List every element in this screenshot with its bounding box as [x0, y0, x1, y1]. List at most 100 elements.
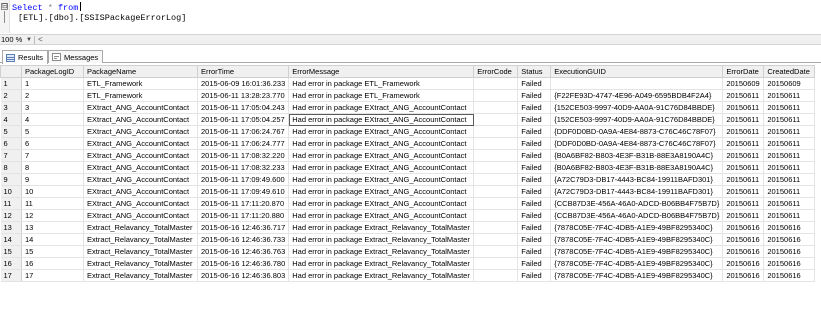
table-row[interactable]: 5 5 EXtract_ANG_AccountContact 2015-06-11 1…	[0, 125, 816, 138]
table-row[interactable]: 1 1 ETL_Framework 2015-06-09 16:01:36.233 Ha…	[0, 77, 816, 90]
cell-errormessage[interactable]: Had error in package Extract_Relavancy_T…	[288, 245, 475, 258]
results-grid[interactable]: PackageLogID PackageName ErrorTime Error…	[0, 65, 821, 282]
cell-errorcode[interactable]	[473, 101, 519, 114]
column-header[interactable]: PackageLogID	[21, 65, 84, 78]
cell-errorcode[interactable]	[473, 173, 519, 186]
column-header[interactable]: ExecutionGUID	[550, 65, 724, 78]
cell-packagelogid[interactable]: 7	[21, 149, 84, 162]
cell-errordate[interactable]: 20150611	[722, 197, 765, 210]
row-number[interactable]: 14	[0, 233, 22, 246]
cell-errormessage[interactable]: Had error in package Extract_Relavancy_T…	[288, 257, 475, 270]
cell-createddate[interactable]: 20150611	[763, 101, 816, 114]
cell-errordate[interactable]: 20150611	[722, 137, 765, 150]
cell-errortime[interactable]: 2015-06-16 12:46:36.780	[197, 257, 290, 270]
cell-executionguid[interactable]: {B0A6BF82-B803-4E3F-B31B-88E3A8190A4C}	[550, 149, 724, 162]
cell-packagelogid[interactable]: 16	[21, 257, 84, 270]
cell-packagelogid[interactable]: 2	[21, 89, 84, 102]
cell-createddate[interactable]: 20150611	[763, 173, 816, 186]
row-number[interactable]: 4	[0, 113, 22, 126]
row-number[interactable]: 13	[0, 221, 22, 234]
cell-status[interactable]: Failed	[517, 185, 552, 198]
cell-packagename[interactable]: Extract_Relavancy_TotalMaster	[83, 245, 198, 258]
row-number[interactable]: 1	[0, 77, 22, 90]
cell-errortime[interactable]: 2015-06-11 17:06:24.777	[197, 137, 290, 150]
row-number[interactable]: 5	[0, 125, 22, 138]
cell-errordate[interactable]: 20150616	[722, 233, 765, 246]
scroll-left-icon[interactable]: <	[38, 35, 43, 45]
cell-errortime[interactable]: 2015-06-16 12:46:36.803	[197, 269, 290, 282]
cell-packagelogid[interactable]: 4	[21, 113, 84, 126]
cell-status[interactable]: Failed	[517, 233, 552, 246]
cell-packagename[interactable]: EXtract_ANG_AccountContact	[83, 113, 198, 126]
cell-status[interactable]: Failed	[517, 269, 552, 282]
column-header[interactable]: ErrorTime	[196, 65, 290, 78]
cell-errortime[interactable]: 2015-06-11 17:06:24.767	[197, 125, 290, 138]
cell-errortime[interactable]: 2015-06-11 17:11:20.870	[197, 197, 290, 210]
cell-executionguid[interactable]: {A72C79D3-DB17-4443-BC84-19911BAFD301}	[550, 173, 724, 186]
table-row[interactable]: 14 14 Extract_Relavancy_TotalMaster 2015-06…	[0, 233, 816, 246]
cell-errortime[interactable]: 2015-06-11 17:09:49.600	[197, 173, 290, 186]
cell-executionguid[interactable]: {DDF0D0BD-0A9A-4E84-8873-C76C46C78F07}	[550, 137, 724, 150]
cell-executionguid[interactable]: {7878C05E-7F4C-4DB5-A1E9-49BF8295340C}	[550, 245, 724, 258]
cell-errormessage[interactable]: Had error in package ETL_Framework	[288, 77, 475, 90]
table-row[interactable]: 11 11 EXtract_ANG_AccountContact 2015-06-11…	[0, 197, 816, 210]
cell-packagename[interactable]: EXtract_ANG_AccountContact	[83, 149, 198, 162]
cell-errorcode[interactable]	[473, 245, 519, 258]
cell-errormessage[interactable]: Had error in package EXtract_ANG_Account…	[288, 113, 475, 126]
row-number[interactable]: 15	[0, 245, 22, 258]
cell-errordate[interactable]: 20150611	[722, 125, 765, 138]
cell-errormessage[interactable]: Had error in package Extract_Relavancy_T…	[288, 233, 475, 246]
cell-packagelogid[interactable]: 9	[21, 173, 84, 186]
table-row[interactable]: 16 16 Extract_Relavancy_TotalMaster 2015-06…	[0, 257, 816, 270]
cell-errortime[interactable]: 2015-06-09 16:01:36.233	[197, 77, 290, 90]
cell-createddate[interactable]: 20150611	[763, 161, 816, 174]
corner-cell[interactable]	[0, 65, 22, 78]
cell-packagename[interactable]: ETL_Framework	[83, 89, 198, 102]
cell-status[interactable]: Failed	[517, 209, 552, 222]
cell-errordate[interactable]: 20150611	[722, 161, 765, 174]
cell-packagelogid[interactable]: 17	[21, 269, 84, 282]
cell-executionguid[interactable]: {7878C05E-7F4C-4DB5-A1E9-49BF8295340C}	[550, 257, 724, 270]
cell-executionguid[interactable]: {CCB87D3E-456A-46A0-ADCD-B06BB4F75B7D}	[550, 209, 724, 222]
row-number[interactable]: 17	[0, 269, 22, 282]
cell-packagelogid[interactable]: 14	[21, 233, 84, 246]
cell-executionguid[interactable]: {152CE503-9997-40D9-AA0A-91C76D84BBDE}	[550, 101, 724, 114]
cell-executionguid[interactable]: {7878C05E-7F4C-4DB5-A1E9-49BF8295340C}	[550, 221, 724, 234]
row-number[interactable]: 3	[0, 101, 22, 114]
cell-errordate[interactable]: 20150611	[722, 173, 765, 186]
cell-createddate[interactable]: 20150611	[763, 197, 816, 210]
cell-errorcode[interactable]	[473, 89, 519, 102]
cell-packagename[interactable]: Extract_Relavancy_TotalMaster	[83, 233, 198, 246]
cell-errormessage[interactable]: Had error in package EXtract_ANG_Account…	[288, 101, 475, 114]
cell-status[interactable]: Failed	[517, 197, 552, 210]
table-row[interactable]: 9 9 EXtract_ANG_AccountContact 2015-06-11 1…	[0, 173, 816, 186]
cell-errordate[interactable]: 20150616	[722, 269, 765, 282]
cell-packagename[interactable]: EXtract_ANG_AccountContact	[83, 101, 198, 114]
cell-executionguid[interactable]: {B0A6BF82-B803-4E3F-B31B-88E3A8190A4C}	[550, 161, 724, 174]
column-header[interactable]: CreatedDate	[763, 65, 816, 78]
cell-errordate[interactable]: 20150611	[722, 113, 765, 126]
cell-packagename[interactable]: Extract_Relavancy_TotalMaster	[83, 269, 198, 282]
cell-errordate[interactable]: 20150611	[722, 185, 765, 198]
cell-status[interactable]: Failed	[517, 161, 552, 174]
table-row[interactable]: 8 8 EXtract_ANG_AccountContact 2015-06-11 1…	[0, 161, 816, 174]
cell-errordate[interactable]: 20150611	[722, 101, 765, 114]
cell-createddate[interactable]: 20150616	[763, 245, 816, 258]
table-row[interactable]: 4 4 EXtract_ANG_AccountContact 2015-06-11 1…	[0, 113, 816, 126]
cell-packagename[interactable]: EXtract_ANG_AccountContact	[83, 185, 198, 198]
cell-createddate[interactable]: 20150611	[763, 137, 816, 150]
query-line-2[interactable]: [ETL].[dbo].[SSISPackageErrorLog]	[18, 13, 186, 23]
cell-errordate[interactable]: 20150616	[722, 245, 765, 258]
row-number[interactable]: 12	[0, 209, 22, 222]
table-row[interactable]: 13 13 Extract_Relavancy_TotalMaster 2015-06…	[0, 221, 816, 234]
query-line-1[interactable]: Select * from	[12, 2, 82, 13]
cell-errorcode[interactable]	[473, 125, 519, 138]
cell-createddate[interactable]: 20150616	[763, 269, 816, 282]
cell-packagelogid[interactable]: 11	[21, 197, 84, 210]
cell-status[interactable]: Failed	[517, 245, 552, 258]
cell-status[interactable]: Failed	[517, 77, 552, 90]
cell-errorcode[interactable]	[473, 233, 519, 246]
cell-createddate[interactable]: 20150611	[763, 125, 816, 138]
cell-errordate[interactable]: 20150609	[722, 77, 765, 90]
cell-errorcode[interactable]	[473, 185, 519, 198]
